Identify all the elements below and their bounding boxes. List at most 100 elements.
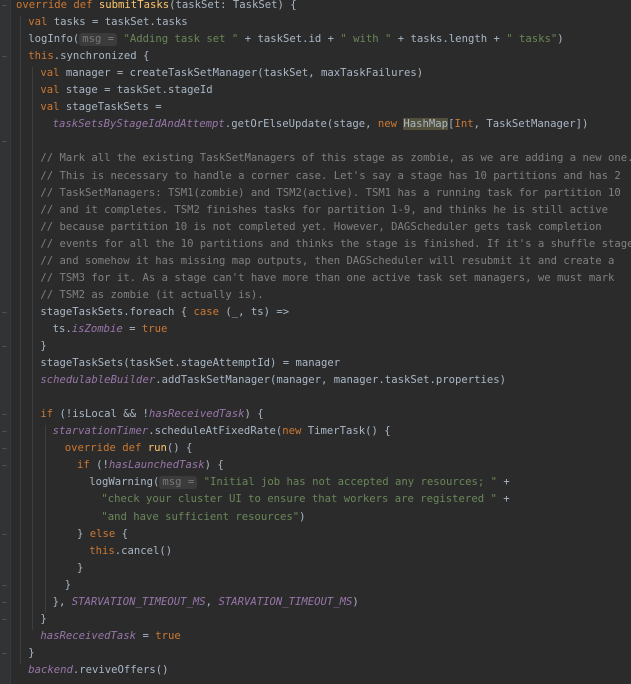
code-line[interactable]: override def submitTasks(taskSet: TaskSe… — [0, 0, 297, 14]
code-token: (!isLocal && ! — [59, 408, 149, 421]
code-token: // and somehow it has missing map output… — [40, 254, 615, 267]
code-line[interactable]: override def run() { — [0, 440, 193, 457]
code-token: stageTaskSets(taskSet.stageAttemptId) = … — [40, 357, 341, 370]
code-line[interactable] — [0, 389, 16, 406]
code-token: // This is necessary to handle a corner … — [40, 169, 621, 182]
code-token: ts. — [52, 322, 72, 335]
code-line[interactable]: } — [0, 577, 71, 594]
code-token: this — [28, 50, 54, 63]
code-token: TimerTask() { — [307, 425, 391, 438]
code-token: }, — [52, 595, 72, 608]
code-token: logInfo( — [28, 33, 80, 46]
code-token: // TSM3 for it. As a stage can't have mo… — [40, 271, 615, 284]
code-token: .cancel() — [114, 544, 173, 557]
code-token: } — [40, 612, 47, 625]
code-token: stageTaskSets = — [65, 101, 162, 114]
code-token: + — [496, 493, 510, 506]
code-line[interactable]: } — [0, 338, 46, 355]
code-token: taskSetsByStageIdAndAttempt — [52, 118, 225, 131]
code-token: ) — [557, 33, 564, 46]
code-token: stageTaskSets.foreach { — [40, 305, 194, 318]
indent-guide — [44, 425, 46, 613]
code-line[interactable]: // TSM3 for it. As a stage can't have mo… — [0, 270, 614, 287]
code-token: ) — [299, 510, 306, 523]
code-token: isZombie — [71, 322, 123, 335]
code-line[interactable]: // TSM2 as zombie (it actually is). — [0, 287, 263, 304]
code-token: override def — [16, 0, 99, 11]
code-line[interactable] — [0, 133, 16, 150]
code-token: tasks = taskSet.tasks — [53, 16, 188, 29]
code-token: // and it completes. TSM2 finishes tasks… — [40, 203, 609, 216]
code-token: ) — [352, 595, 359, 608]
code-line[interactable]: val manager = createTaskSetManager(taskS… — [0, 65, 423, 82]
code-token: schedulableBuilder — [40, 374, 156, 387]
code-token: // because partition 10 is not completed… — [40, 220, 602, 233]
code-token: ) { — [244, 408, 264, 421]
code-token: "Initial job has not accepted any resour… — [203, 476, 498, 489]
code-line[interactable]: } — [0, 560, 83, 577]
code-token: (_, ts) => — [225, 305, 290, 318]
code-token: submitTasks — [98, 0, 170, 11]
code-line[interactable]: } — [0, 611, 47, 628]
code-line[interactable]: starvationTimer.scheduleAtFixedRate(new … — [0, 423, 391, 440]
code-token: if — [40, 408, 60, 421]
code-line[interactable]: logWarning(msg = "Initial job has not ac… — [0, 474, 510, 491]
code-line[interactable]: ts.isZombie = true — [0, 321, 168, 338]
code-token: + tasks.length + — [391, 33, 507, 46]
code-token: if — [77, 459, 97, 472]
code-line[interactable]: this.synchronized { — [0, 48, 149, 65]
code-line[interactable]: // This is necessary to handle a corner … — [0, 168, 621, 185]
code-token: else — [89, 527, 122, 540]
code-line[interactable]: "check your cluster UI to ensure that wo… — [0, 491, 510, 508]
code-line[interactable]: stageTaskSets(taskSet.stageAttemptId) = … — [0, 355, 340, 372]
code-line[interactable]: taskSetsByStageIdAndAttempt.getOrElseUpd… — [0, 116, 588, 133]
code-token: .reviveOffers() — [72, 663, 169, 676]
code-line[interactable]: // and it completes. TSM2 finishes tasks… — [0, 202, 608, 219]
code-line[interactable]: val tasks = taskSet.tasks — [0, 14, 188, 31]
code-token: "Adding task set " — [123, 33, 239, 46]
code-line[interactable]: val stageTaskSets = — [0, 99, 162, 116]
code-line[interactable]: // TaskSetManagers: TSM1(zombie) and TSM… — [0, 185, 621, 202]
code-token: , — [205, 595, 219, 608]
code-token: } — [77, 561, 84, 574]
code-line[interactable]: }, STARVATION_TIMEOUT_MS, STARVATION_TIM… — [0, 594, 359, 611]
code-line[interactable]: stageTaskSets.foreach { case (_, ts) => — [0, 304, 289, 321]
code-line[interactable]: } — [0, 645, 34, 662]
code-line[interactable]: this.cancel() — [0, 543, 172, 560]
code-line[interactable]: if (!hasLaunchedTask) { — [0, 457, 224, 474]
code-token: backend — [28, 663, 73, 676]
code-token: ) { — [204, 459, 224, 472]
code-line[interactable]: // events for all the 10 partitions and … — [0, 236, 631, 253]
code-line[interactable]: // because partition 10 is not completed… — [0, 219, 602, 236]
code-token: // TaskSetManagers: TSM1(zombie) and TSM… — [40, 186, 621, 199]
code-token: new — [377, 118, 404, 131]
code-token: starvationTimer — [52, 425, 149, 438]
code-token: val — [40, 101, 66, 114]
parameter-hint: msg = — [159, 476, 198, 490]
code-token: , TaskSetManager]) — [473, 118, 589, 131]
code-line[interactable]: backend.reviveOffers() — [0, 662, 169, 679]
code-token: run — [147, 442, 167, 455]
indent-guide — [20, 16, 22, 664]
code-token: hasReceivedTask — [148, 408, 245, 421]
code-token: case — [193, 305, 226, 318]
code-token: () { — [166, 442, 193, 455]
code-line[interactable]: // Mark all the existing TaskSetManagers… — [0, 150, 631, 167]
parameter-hint: msg = — [79, 33, 118, 47]
code-token: STARVATION_TIMEOUT_MS — [71, 595, 206, 608]
code-token: override def — [64, 442, 148, 455]
code-line[interactable]: if (!isLocal && !hasReceivedTask) { — [0, 406, 264, 423]
indent-guide — [32, 67, 34, 630]
code-line[interactable]: hasReceivedTask = true — [0, 628, 180, 645]
code-token: } — [64, 578, 72, 591]
code-token: val — [40, 67, 66, 80]
code-editor[interactable]: − − − − − − − − − − − − − − override def submitTasks(… — [0, 0, 631, 684]
code-line[interactable]: "and have sufficient resources") — [0, 509, 306, 526]
code-line[interactable]: // and somehow it has missing map output… — [0, 253, 614, 270]
code-token: hasReceivedTask — [40, 629, 137, 642]
code-token: this — [89, 544, 115, 557]
code-line[interactable]: logInfo(msg = "Adding task set " + taskS… — [0, 31, 564, 48]
code-token: manager = createTaskSetManager(taskSet, … — [65, 67, 424, 80]
code-line[interactable]: schedulableBuilder.addTaskSetManager(man… — [0, 372, 506, 389]
code-token: .synchronized { — [53, 50, 150, 63]
